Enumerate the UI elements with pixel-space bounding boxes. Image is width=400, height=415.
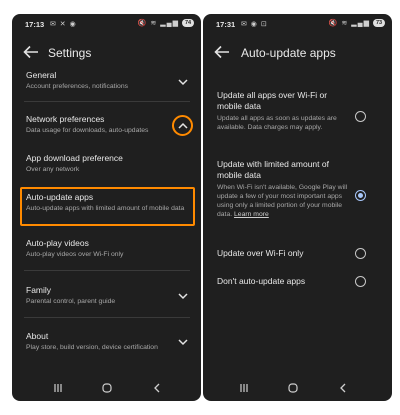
radio-wifi-or-mobile[interactable] — [355, 111, 366, 122]
option-dont-auto-update[interactable]: Don't auto-update apps — [217, 276, 351, 287]
auto-update-screen: 17:31 ✉ ◉ ⊡ 🔇 ≋ ▂▄▆ 73 Auto-update apps … — [203, 14, 392, 401]
item-subtitle: Play store, build version, device certif… — [26, 344, 158, 351]
recent-apps-icon[interactable] — [238, 382, 250, 394]
item-subtitle: Auto-play videos over Wi-Fi only — [26, 251, 124, 258]
back-nav-icon[interactable] — [151, 382, 163, 394]
item-subtitle: Parental control, parent guide — [26, 298, 116, 305]
settings-item-about[interactable]: About Play store, build version, device … — [26, 331, 192, 352]
nav-bar — [12, 373, 201, 401]
settings-item-auto-update-apps[interactable]: Auto-update apps Auto-update apps with l… — [26, 192, 186, 213]
settings-item-general[interactable]: General Account preferences, notificatio… — [26, 70, 192, 91]
option-title: Update over Wi-Fi only — [217, 248, 304, 258]
battery-icon: 73 — [373, 19, 385, 27]
learn-more-link[interactable]: Learn more — [234, 211, 269, 218]
chevron-down-icon[interactable] — [177, 290, 189, 302]
status-bar: 17:31 ✉ ◉ ⊡ 🔇 ≋ ▂▄▆ 73 — [203, 14, 392, 34]
radio-wifi-only[interactable] — [355, 248, 366, 259]
item-subtitle: Auto-update apps with limited amount of … — [26, 205, 185, 212]
settings-item-app-download-preference[interactable]: App download preference Over any network — [26, 153, 192, 174]
settings-item-family[interactable]: Family Parental control, parent guide — [26, 285, 192, 306]
notification-icons: ✉ ◉ ⊡ — [241, 21, 268, 28]
app-bar: Auto-update apps — [203, 38, 392, 66]
item-title: About — [26, 331, 49, 341]
settings-item-network-preferences[interactable]: Network preferences Data usage for downl… — [26, 114, 192, 135]
signal-icons: 🔇 ≋ ▂▄▆ — [137, 20, 179, 27]
option-title: Update all apps over Wi-Fi or mobile dat… — [217, 90, 328, 111]
settings-screen: 17:13 ✉ ✕ ◉ 🔇 ≋ ▂▄▆ 74 Settings General … — [12, 14, 201, 401]
battery-icon: 74 — [182, 19, 194, 27]
radio-dont-auto-update[interactable] — [355, 276, 366, 287]
page-title: Auto-update apps — [241, 46, 336, 60]
back-arrow-icon[interactable] — [214, 45, 230, 59]
radio-limited-mobile-data[interactable] — [355, 190, 366, 201]
divider — [24, 270, 190, 271]
chevron-down-icon[interactable] — [177, 336, 189, 348]
chevron-down-icon[interactable] — [177, 76, 189, 88]
signal-icons: 🔇 ≋ ▂▄▆ — [328, 20, 370, 27]
option-title: Don't auto-update apps — [217, 276, 306, 286]
status-time: 17:13 — [25, 20, 45, 29]
item-title: Auto-update apps — [26, 192, 94, 202]
nav-bar — [203, 373, 392, 401]
back-nav-icon[interactable] — [337, 382, 349, 394]
notification-icons: ✉ ✕ ◉ — [50, 21, 77, 28]
option-limited-mobile-data[interactable]: Update with limited amount of mobile dat… — [217, 159, 351, 219]
option-title: Update with limited amount of mobile dat… — [217, 159, 329, 180]
settings-item-auto-play-videos[interactable]: Auto-play videos Auto-play videos over W… — [26, 238, 192, 259]
recent-apps-icon[interactable] — [52, 382, 64, 394]
option-wifi-or-mobile[interactable]: Update all apps over Wi-Fi or mobile dat… — [217, 90, 351, 132]
item-subtitle: Over any network — [26, 166, 80, 173]
home-icon[interactable] — [287, 382, 299, 394]
item-title: Auto-play videos — [26, 238, 89, 248]
item-subtitle: Account preferences, notifications — [26, 83, 129, 90]
back-arrow-icon[interactable] — [23, 45, 39, 59]
option-description: When Wi-Fi isn't available, Google Play … — [217, 183, 351, 219]
item-subtitle: Data usage for downloads, auto-updates — [26, 127, 149, 134]
app-bar: Settings — [12, 38, 201, 66]
option-description: Update all apps as soon as updates are a… — [217, 115, 337, 131]
chevron-up-icon[interactable] — [177, 120, 189, 132]
divider — [24, 101, 190, 102]
item-title: General — [26, 70, 57, 80]
item-title: App download preference — [26, 153, 123, 163]
option-wifi-only[interactable]: Update over Wi-Fi only — [217, 248, 351, 259]
divider — [24, 317, 190, 318]
status-bar: 17:13 ✉ ✕ ◉ 🔇 ≋ ▂▄▆ 74 — [12, 14, 201, 34]
page-title: Settings — [48, 46, 92, 60]
item-title: Network preferences — [26, 114, 105, 124]
item-title: Family — [26, 285, 52, 295]
status-time: 17:31 — [216, 20, 236, 29]
home-icon[interactable] — [101, 382, 113, 394]
